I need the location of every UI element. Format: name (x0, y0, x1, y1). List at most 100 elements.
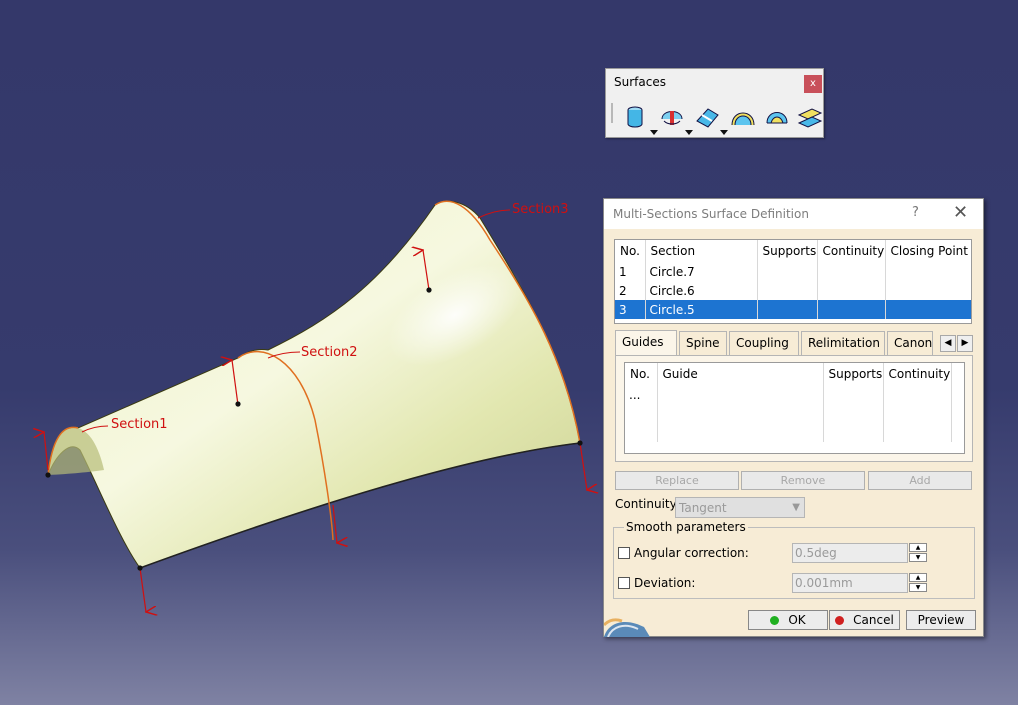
deviation-input[interactable]: 0.001mm (792, 573, 908, 593)
row-closing (885, 262, 971, 281)
sections-table[interactable]: No. Section Supports Continuity Closing … (614, 239, 972, 324)
close-icon[interactable]: ✕ (953, 202, 968, 223)
row-continuity (817, 300, 886, 319)
dialog-title: Multi-Sections Surface Definition (613, 207, 809, 221)
smooth-parameters-legend: Smooth parameters (624, 520, 748, 534)
section3-label[interactable]: Section3 (512, 202, 569, 217)
col-supports[interactable]: Supports (823, 363, 884, 385)
extrude-dropdown-arrow[interactable] (650, 130, 658, 135)
deviation-spin-down-icon[interactable]: ▼ (909, 583, 927, 592)
col-continuity[interactable]: Continuity (817, 240, 886, 262)
ok-icon (770, 616, 780, 625)
continuity-label: Continuity: (615, 497, 680, 511)
smooth-parameters-group: Smooth parameters Angular correction: 0.… (613, 520, 975, 599)
col-section[interactable]: Section (645, 240, 758, 262)
section1-arrow-up (44, 432, 49, 471)
row-supports (757, 262, 818, 281)
closing-point-2[interactable] (235, 401, 241, 407)
col-continuity[interactable]: Continuity (883, 363, 952, 385)
section1-arrow-down (139, 567, 146, 612)
toolbar-grip[interactable] (611, 103, 613, 123)
row-filler (951, 385, 964, 404)
row-closing (885, 281, 971, 300)
cancel-button[interactable]: Cancel (829, 610, 900, 630)
table-row[interactable]: ... (625, 385, 964, 404)
angular-correction-input[interactable]: 0.5deg (792, 543, 908, 563)
multi-sections-surface-icon[interactable] (796, 103, 824, 131)
closing-point-1b (137, 565, 143, 571)
row-guide (657, 385, 824, 404)
deviation-checkbox[interactable] (618, 577, 630, 589)
dialog-titlebar[interactable]: Multi-Sections Surface Definition ? ✕ (604, 199, 983, 229)
row-section: Circle.6 (645, 281, 758, 300)
preview-button[interactable]: Preview (906, 610, 976, 630)
tab-guides[interactable]: Guides (615, 330, 677, 356)
row-no: 2 (615, 281, 646, 300)
row-section: Circle.7 (645, 262, 758, 281)
section3-leader (477, 209, 511, 219)
tab-spine[interactable]: Spine (679, 331, 727, 355)
offset-dropdown-arrow[interactable] (720, 130, 728, 135)
tab-scroll-right-icon[interactable]: ▶ (957, 335, 973, 352)
empty-row (625, 423, 964, 442)
row-continuity (817, 281, 886, 300)
col-supports[interactable]: Supports (757, 240, 818, 262)
table-row[interactable]: 1 Circle.7 (615, 262, 971, 281)
section3-arrow-down (579, 442, 587, 490)
help-button[interactable]: ? (912, 205, 919, 220)
tab-scroll-left-icon[interactable]: ◀ (940, 335, 956, 352)
catia-logo-icon (604, 618, 650, 637)
closing-point-3[interactable] (426, 287, 432, 293)
col-no[interactable]: No. (625, 363, 658, 385)
guides-table[interactable]: No. Guide Supports Continuity ... (624, 362, 965, 454)
sweep-surface-icon[interactable] (763, 103, 791, 131)
revolve-surface-icon[interactable] (658, 103, 686, 131)
angular-spin-down-icon[interactable]: ▼ (909, 553, 927, 562)
remove-button[interactable]: Remove (741, 471, 865, 490)
tab-canonical[interactable]: Canonic (887, 331, 933, 355)
row-closing (885, 300, 971, 319)
closing-point-3b (577, 440, 583, 446)
section2-label[interactable]: Section2 (301, 345, 358, 360)
deviation-spin-up-icon[interactable]: ▲ (909, 573, 927, 582)
toolbar-close-button[interactable]: x (804, 75, 822, 93)
angular-correction-checkbox[interactable] (618, 547, 630, 559)
extrude-surface-icon[interactable] (622, 103, 650, 131)
row-supports (823, 385, 884, 404)
tab-bar: Guides Spine Coupling Relimitation Canon… (615, 330, 975, 356)
surfaces-toolbar: Surfaces x (605, 68, 824, 138)
table-row-selected[interactable]: 3 Circle.5 (615, 300, 971, 319)
sections-header-row: No. Section Supports Continuity Closing … (615, 240, 971, 262)
replace-button[interactable]: Replace (615, 471, 739, 490)
continuity-select[interactable]: Tangent ▼ (675, 497, 805, 518)
row-no: 3 (615, 300, 646, 319)
angular-correction-label: Angular correction: (634, 546, 749, 560)
row-section: Circle.5 (645, 300, 758, 319)
closing-point-1[interactable] (45, 472, 51, 478)
section2-arrow-down (332, 504, 337, 543)
multi-sections-dialog: Multi-Sections Surface Definition ? ✕ No… (603, 198, 984, 637)
ok-button[interactable]: OK (748, 610, 828, 630)
cancel-label: Cancel (853, 613, 894, 627)
col-no[interactable]: No. (615, 240, 646, 262)
toolbar-title: Surfaces (614, 75, 666, 89)
row-continuity (883, 385, 952, 404)
col-guide[interactable]: Guide (657, 363, 824, 385)
offset-surface-icon[interactable] (729, 103, 757, 131)
add-button[interactable]: Add (868, 471, 972, 490)
chevron-down-icon: ▼ (792, 502, 800, 513)
revolve-dropdown-arrow[interactable] (685, 130, 693, 135)
sphere-surface-icon[interactable] (694, 103, 722, 131)
guides-header-row: No. Guide Supports Continuity (625, 363, 964, 385)
deviation-label: Deviation: (634, 576, 696, 590)
angular-spin-up-icon[interactable]: ▲ (909, 543, 927, 552)
tab-coupling[interactable]: Coupling (729, 331, 799, 355)
section1-label[interactable]: Section1 (111, 417, 168, 432)
empty-row (625, 404, 964, 423)
cancel-icon (835, 616, 845, 625)
col-closing-point[interactable]: Closing Point (885, 240, 971, 262)
row-continuity (817, 262, 886, 281)
table-row[interactable]: 2 Circle.6 (615, 281, 971, 300)
tab-relimitation[interactable]: Relimitation (801, 331, 885, 355)
row-no: ... (625, 385, 658, 404)
